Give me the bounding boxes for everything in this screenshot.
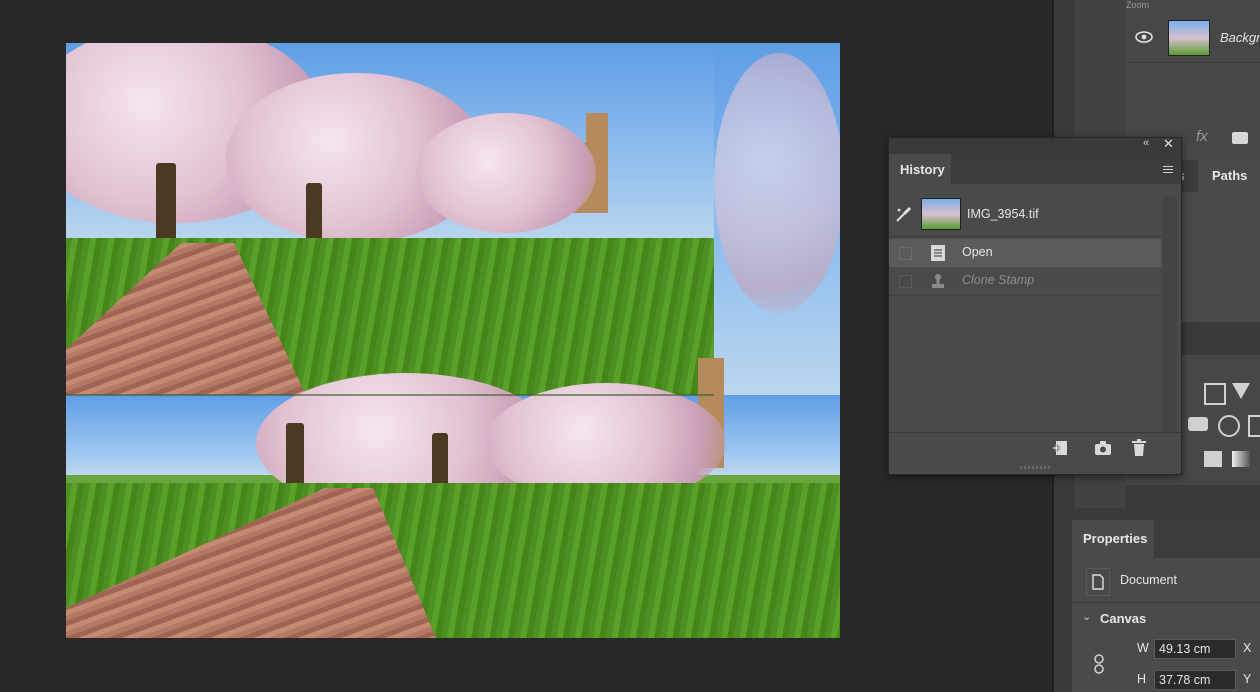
layers-zoom-label: Zoom [1126, 0, 1150, 10]
history-snapshot-row[interactable]: IMG_3954.tif [889, 196, 1161, 232]
y-label: Y [1243, 672, 1252, 686]
new-document-icon[interactable] [1051, 438, 1071, 463]
camera-icon[interactable] [1093, 438, 1113, 463]
trunk-2 [306, 183, 322, 243]
document-icon [929, 244, 947, 267]
width-label: W [1137, 641, 1149, 655]
layers-divider [1126, 62, 1260, 63]
properties-panel: Properties Document ⌄ Canvas W 49.13 cm … [1072, 520, 1260, 692]
height-field[interactable]: 37.78 cm [1154, 670, 1236, 690]
history-state-label: Clone Stamp [962, 273, 1035, 287]
mask-icon[interactable] [1232, 132, 1248, 144]
resize-grip[interactable] [1020, 466, 1050, 469]
history-state-label: Open [962, 245, 993, 259]
threshold-icon[interactable] [1204, 451, 1222, 467]
history-state-checkbox[interactable] [899, 247, 912, 260]
chevron-down-icon[interactable]: ⌄ [1082, 610, 1091, 623]
color-lookup-icon[interactable] [1248, 415, 1260, 437]
history-state-clone-stamp[interactable]: Clone Stamp [889, 267, 1161, 295]
close-icon[interactable]: ✕ [1163, 136, 1174, 152]
blossom-3 [416, 113, 596, 233]
snapshot-name: IMG_3954.tif [967, 207, 1039, 221]
history-titlebar[interactable]: « ✕ [889, 136, 1181, 154]
properties-kind: Document [1120, 573, 1177, 587]
trunk-1 [156, 163, 176, 243]
history-state-checkbox[interactable] [899, 275, 912, 288]
double-chevron-icon[interactable]: « [1143, 137, 1149, 149]
x-label: X [1243, 641, 1252, 655]
properties-divider [1072, 602, 1260, 603]
tab-paths[interactable]: Paths [1212, 168, 1247, 183]
gradient-map-icon[interactable] [1232, 383, 1250, 399]
link-icon[interactable] [1092, 654, 1106, 679]
clone-stamp-icon [929, 272, 947, 295]
tab-history[interactable]: History [900, 162, 945, 177]
history-footer-divider [889, 432, 1181, 433]
width-field[interactable]: 49.13 cm [1154, 639, 1236, 659]
menu-icon[interactable] [1163, 164, 1173, 175]
trash-icon[interactable] [1130, 438, 1148, 463]
history-state-open[interactable]: Open [889, 239, 1161, 267]
snapshot-thumbnail [921, 198, 961, 230]
photo-filter-icon[interactable] [1188, 417, 1208, 431]
fx-icon[interactable]: fx [1196, 128, 1208, 145]
layers-panel: Zoom Backgr fx [1126, 0, 1260, 160]
history-divider [889, 295, 1161, 296]
trunk-4 [432, 433, 448, 488]
eye-icon[interactable] [1134, 28, 1154, 48]
document-icon [1086, 568, 1110, 596]
canvas-section-title: Canvas [1100, 611, 1147, 626]
channel-mixer-icon[interactable] [1218, 415, 1240, 437]
height-label: H [1137, 672, 1147, 686]
selective-color-icon[interactable] [1232, 451, 1250, 467]
seam-line [66, 394, 714, 396]
history-brush-icon[interactable] [895, 205, 913, 228]
trunk-3 [286, 423, 304, 488]
layer-thumbnail [1168, 20, 1210, 56]
document-canvas[interactable] [66, 43, 840, 638]
blossom-right [714, 53, 840, 313]
history-panel: « ✕ History IMG_3954.tif Open Clone Stam… [888, 136, 1182, 475]
layer-name[interactable]: Backgr [1220, 30, 1260, 45]
tab-properties[interactable]: Properties [1083, 531, 1147, 546]
history-scrollbar[interactable] [1163, 196, 1177, 432]
curves-icon[interactable] [1204, 383, 1226, 405]
history-divider [889, 236, 1161, 237]
